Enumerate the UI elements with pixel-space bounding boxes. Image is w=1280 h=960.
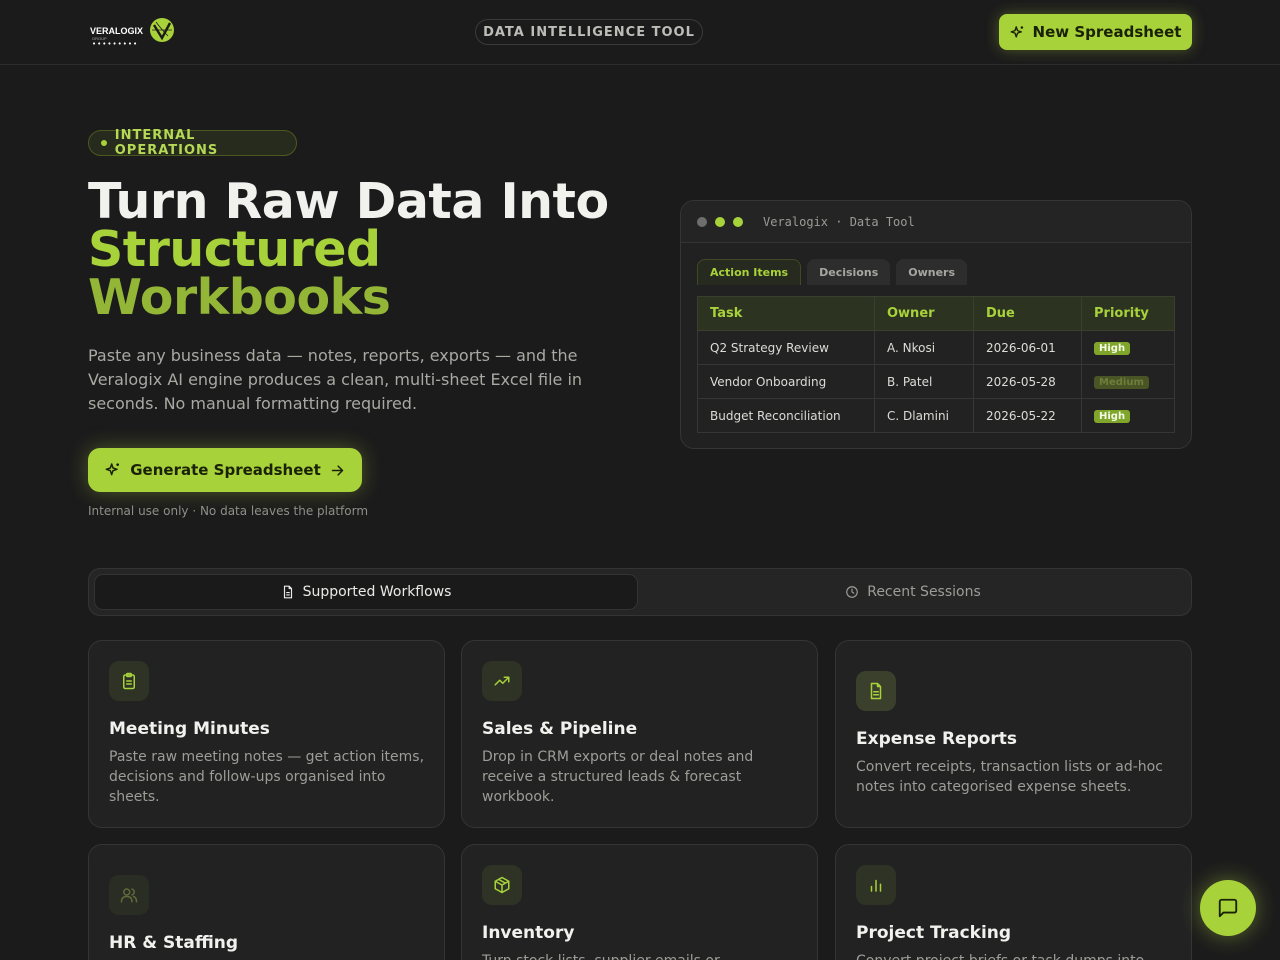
cell-owner: C. Dlamini: [874, 398, 974, 433]
window-dot-grey: [697, 216, 707, 227]
cell-priority: High: [1081, 330, 1175, 365]
users-icon: [109, 875, 149, 915]
workflow-card-sales-pipeline[interactable]: Sales & Pipeline Drop in CRM exports or …: [461, 640, 818, 828]
supported-workflows-tab[interactable]: Supported Workflows: [94, 574, 638, 610]
card-description: Turn stock lists, supplier emails or: [482, 951, 802, 960]
hero-title-line3: Workbooks: [88, 269, 391, 326]
card-description: Drop in CRM exports or deal notes and re…: [482, 749, 754, 805]
window-dot-green: [715, 216, 725, 227]
card-title: Sales & Pipeline: [482, 719, 638, 739]
preview-title: Veralogix · Data Tool: [763, 214, 915, 229]
tool-label-pill: DATA INTELLIGENCE TOOL: [475, 19, 703, 45]
card-title: Inventory: [482, 923, 575, 943]
tab-action-items[interactable]: Action Items: [697, 259, 802, 285]
cell-task: Budget Reconciliation: [697, 398, 875, 433]
sparkles-icon: [105, 463, 120, 476]
veralogix-logo[interactable]: VERALOGIX GROUP •••••••••: [90, 16, 176, 50]
card-description: Paste raw meeting notes — get action ite…: [109, 749, 425, 805]
new-spreadsheet-button[interactable]: New Spreadsheet: [999, 14, 1192, 50]
action-items-table: Task Owner Due Priority Q2 Strategy Revi…: [697, 296, 1175, 433]
tab-owners[interactable]: Owners: [896, 259, 968, 285]
column-header-priority: Priority: [1081, 296, 1175, 331]
badge-dot-icon: [101, 140, 107, 146]
message-square-icon: [1218, 898, 1238, 918]
badge-label: INTERNAL OPERATIONS: [114, 128, 219, 158]
hero-title: Turn Raw Data Into Structured Workbooks: [88, 177, 648, 326]
column-header-task: Task: [697, 296, 875, 331]
sparkles-icon: [1010, 25, 1023, 38]
table-header-row: Task Owner Due Priority: [697, 296, 1175, 331]
top-bar: VERALOGIX GROUP ••••••••• DATA INTELLIGE…: [0, 0, 1280, 65]
view-toggle: Supported Workflows Recent Sessions: [88, 568, 1192, 616]
column-header-owner: Owner: [874, 296, 974, 331]
priority-badge: Medium: [1094, 376, 1149, 389]
card-description: Convert project briefs or task dumps int…: [856, 951, 1176, 960]
workflow-card-inventory[interactable]: Inventory Turn stock lists, supplier ema…: [461, 844, 818, 960]
clock-icon: [846, 586, 859, 598]
logo-word-b: LOGIX: [115, 26, 144, 36]
card-title: Expense Reports: [856, 729, 1018, 749]
workflow-card-expense-reports[interactable]: Expense Reports Convert receipts, transa…: [835, 640, 1192, 828]
card-description: Convert receipts, transaction lists or a…: [856, 759, 1163, 795]
cell-owner: B. Patel: [874, 364, 974, 399]
table-row: Budget Reconciliation C. Dlamini 2026-05…: [697, 398, 1175, 433]
hero-description: Paste any business data — notes, reports…: [88, 346, 583, 413]
generate-spreadsheet-label: Generate Spreadsheet: [130, 461, 321, 479]
sheet-tabs: Action Items Decisions Owners: [697, 259, 968, 285]
cell-priority: High: [1081, 398, 1175, 433]
data-tool-preview: Veralogix · Data Tool Action Items Decis…: [680, 200, 1192, 449]
generate-spreadsheet-button[interactable]: Generate Spreadsheet: [88, 448, 362, 492]
new-spreadsheet-label: New Spreadsheet: [1032, 23, 1182, 41]
workflow-card-hr-staffing[interactable]: HR & Staffing: [88, 844, 445, 960]
recent-sessions-label: Recent Sessions: [867, 584, 981, 600]
chat-button[interactable]: [1200, 880, 1256, 936]
priority-badge: High: [1094, 410, 1131, 423]
cell-owner: A. Nkosi: [874, 330, 974, 365]
hero-title-line2: Structured: [88, 221, 381, 278]
supported-workflows-label: Supported Workflows: [302, 584, 452, 600]
cell-due: 2026-05-22: [973, 398, 1082, 433]
logo-globe-icon: [150, 18, 174, 42]
priority-badge: High: [1094, 342, 1131, 355]
table-row: Q2 Strategy Review A. Nkosi 2026-06-01 H…: [697, 330, 1175, 365]
cell-due: 2026-06-01: [973, 330, 1082, 365]
card-title: Project Tracking: [856, 923, 1012, 943]
logo-dots: •••••••••: [92, 40, 139, 48]
card-title: Meeting Minutes: [109, 719, 270, 739]
table-row: Vendor Onboarding B. Patel 2026-05-28 Me…: [697, 364, 1175, 399]
recent-sessions-tab[interactable]: Recent Sessions: [641, 574, 1185, 610]
preview-titlebar: Veralogix · Data Tool: [681, 201, 1191, 243]
bar-chart-icon: [856, 865, 896, 905]
cell-task: Vendor Onboarding: [697, 364, 875, 399]
internal-operations-badge: INTERNAL OPERATIONS: [88, 128, 297, 158]
hero-note: Internal use only · No data leaves the p…: [88, 504, 369, 518]
cell-priority: Medium: [1081, 364, 1175, 399]
tab-decisions[interactable]: Decisions: [807, 259, 891, 285]
workflow-card-project-tracking[interactable]: Project Tracking Convert project briefs …: [835, 844, 1192, 960]
cell-task: Q2 Strategy Review: [697, 330, 875, 365]
package-icon: [482, 865, 522, 905]
trending-up-icon: [482, 661, 522, 701]
logo-word-a: VERA: [90, 26, 116, 36]
cell-due: 2026-05-28: [973, 364, 1082, 399]
card-title: HR & Staffing: [109, 933, 239, 953]
clipboard-icon: [109, 661, 149, 701]
window-dot-green: [733, 216, 743, 227]
file-icon: [283, 585, 292, 599]
column-header-due: Due: [973, 296, 1082, 331]
file-text-icon: [856, 671, 896, 711]
arrow-right-icon: [331, 464, 344, 476]
workflow-card-meeting-minutes[interactable]: Meeting Minutes Paste raw meeting notes …: [88, 640, 445, 828]
